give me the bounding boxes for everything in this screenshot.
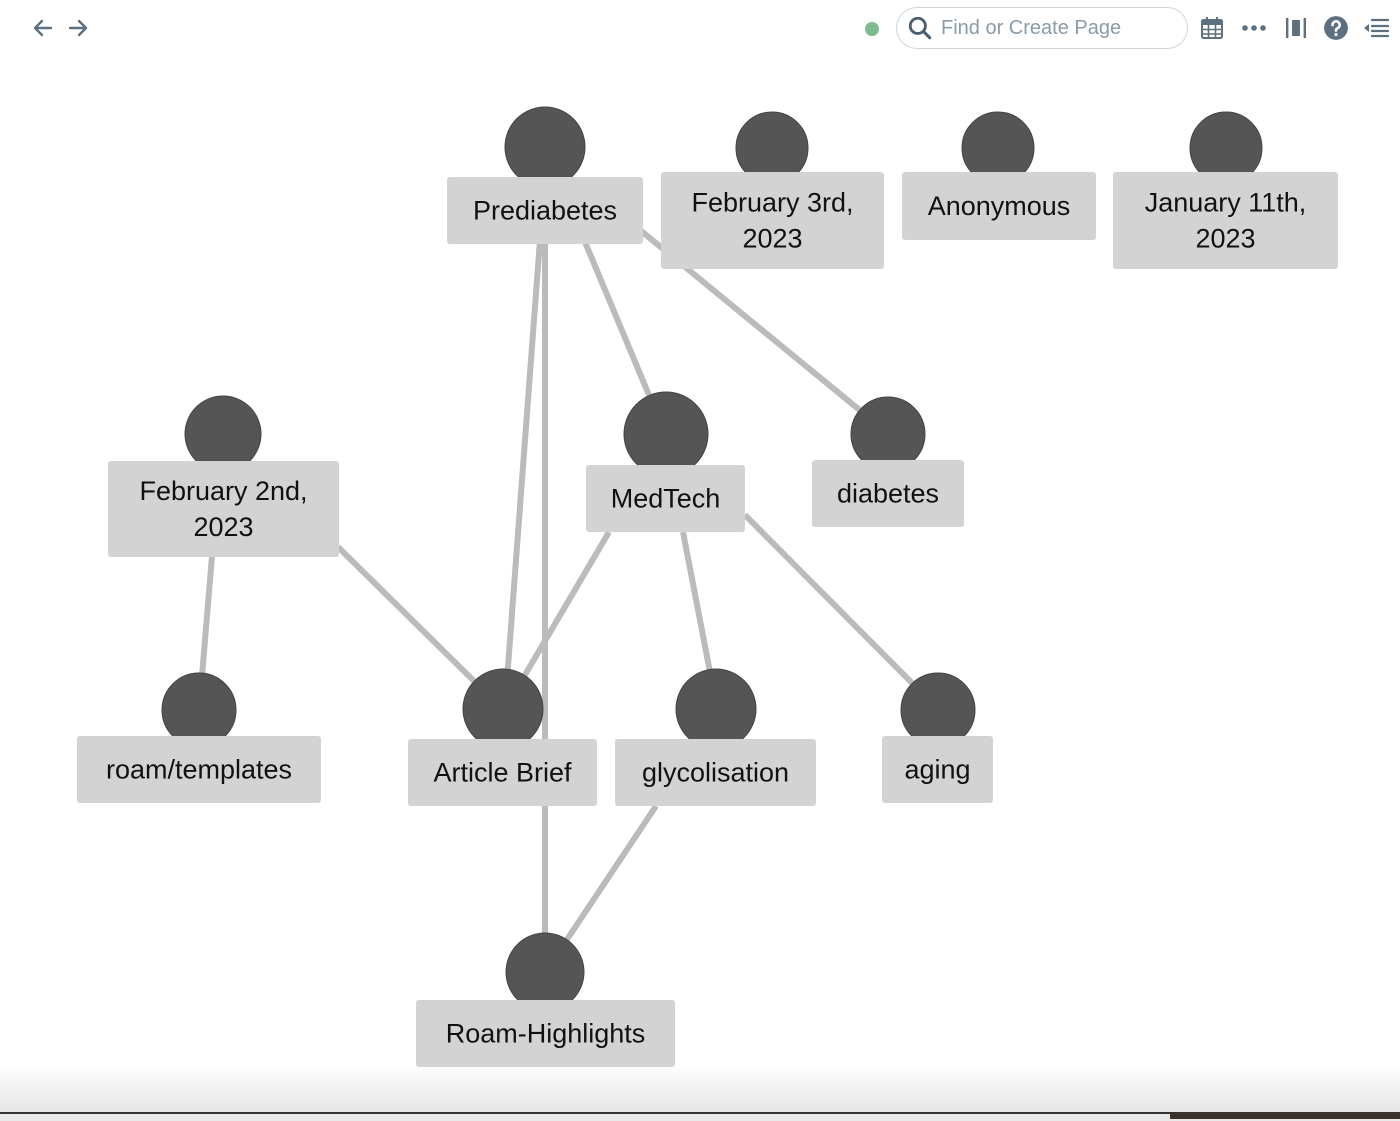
node-label-line: glycolisation [642,758,789,788]
graph-edge-medtech-glycolisation [680,531,713,673]
node-label-line: 2023 [1195,224,1255,254]
node-label-line: MedTech [611,484,721,514]
search-box[interactable] [896,7,1188,49]
more-icon [1242,25,1266,31]
graph-node-feb3[interactable]: February 3rd, 2023 [661,111,884,269]
node-label: Roam-Highlights [446,1019,646,1049]
node-circle[interactable] [850,396,926,472]
arrow-right-icon [68,19,88,37]
arrow-left-icon [33,19,53,37]
node-circle[interactable] [675,668,757,750]
help-icon [1324,16,1348,40]
node-label-line: aging [904,755,970,785]
graph-node-highlights[interactable]: Roam-Highlights [416,932,675,1067]
more-options-button[interactable] [1240,14,1268,42]
right-sidebar-icon [1364,18,1389,38]
node-label: MedTech [611,484,721,514]
node-label-line: 2023 [193,512,253,542]
sidebar-toggle-icon [1286,18,1306,38]
graph-edge-glycolisation-highlights [563,804,659,943]
node-label-line: Prediabetes [473,196,617,226]
graph-canvas[interactable]: Prediabetes February 3rd, 2023 Anonymous Jan… [0,58,1400,1068]
node-label-line: January 11th, [1145,188,1307,218]
graph-edge-medtech-aging [742,512,918,689]
graph-node-aging[interactable]: aging [882,672,993,803]
right-sidebar-button[interactable] [1362,14,1390,42]
bottom-corner [1170,1112,1400,1119]
graph-edge-prediabetes-article [504,239,543,681]
graph-edge-medtech-article [519,530,612,682]
search-icon [908,16,932,40]
node-label-line: diabetes [837,479,939,509]
node-label: Anonymous [928,191,1071,221]
bottom-fade [0,1068,1400,1112]
node-circle[interactable] [161,672,237,748]
graph-node-medtech[interactable]: MedTech [586,391,745,532]
node-circle[interactable] [900,672,976,748]
node-label: aging [904,755,970,785]
node-circle[interactable] [184,395,262,473]
back-button[interactable] [29,14,57,42]
node-label-line: Roam-Highlights [446,1019,646,1049]
node-label: Article Brief [433,758,572,788]
node-label-line: 2023 [742,224,802,254]
forward-button[interactable] [64,14,92,42]
node-label: roam/templates [106,755,292,785]
search-input[interactable] [939,15,1183,41]
graph-node-jan11[interactable]: January 11th, 2023 [1113,111,1338,269]
nodes-layer: Prediabetes February 3rd, 2023 Anonymous Jan… [77,106,1338,1067]
graph-edge-prediabetes-medtech [582,240,654,402]
node-label-line: Anonymous [928,191,1071,221]
node-label: glycolisation [642,758,789,788]
graph-node-templates[interactable]: roam/templates [77,672,321,803]
graph-edge-feb2-article [335,544,479,686]
top-bar [0,0,1400,58]
graph-edge-feb2-templates [199,555,215,677]
graph-node-prediabetes[interactable]: Prediabetes [447,106,643,244]
sidebar-toggle-button[interactable] [1282,14,1310,42]
node-circle[interactable] [505,932,585,1012]
help-button[interactable] [1322,14,1350,42]
daily-notes-button[interactable] [1198,14,1226,42]
edges-layer [199,227,918,943]
graph-node-feb2[interactable]: February 2nd, 2023 [108,395,339,557]
node-label: diabetes [837,479,939,509]
node-label-line: February 3rd, [691,188,853,218]
node-label-line: roam/templates [106,755,292,785]
node-circle[interactable] [504,106,586,188]
graph-view[interactable]: Prediabetes February 3rd, 2023 Anonymous Jan… [0,58,1400,1068]
node-circle[interactable] [462,668,544,750]
graph-node-anonymous[interactable]: Anonymous [902,111,1096,240]
calendar-icon [1201,17,1223,39]
node-label-line: Article Brief [433,758,572,788]
node-label-line: February 2nd, [139,476,307,506]
node-circle[interactable] [623,391,709,477]
graph-node-glycolisation[interactable]: glycolisation [615,668,816,806]
graph-node-article[interactable]: Article Brief [408,668,597,806]
node-label: Prediabetes [473,196,617,226]
graph-node-diabetes[interactable]: diabetes [812,396,964,527]
sync-status-indicator [865,22,879,36]
